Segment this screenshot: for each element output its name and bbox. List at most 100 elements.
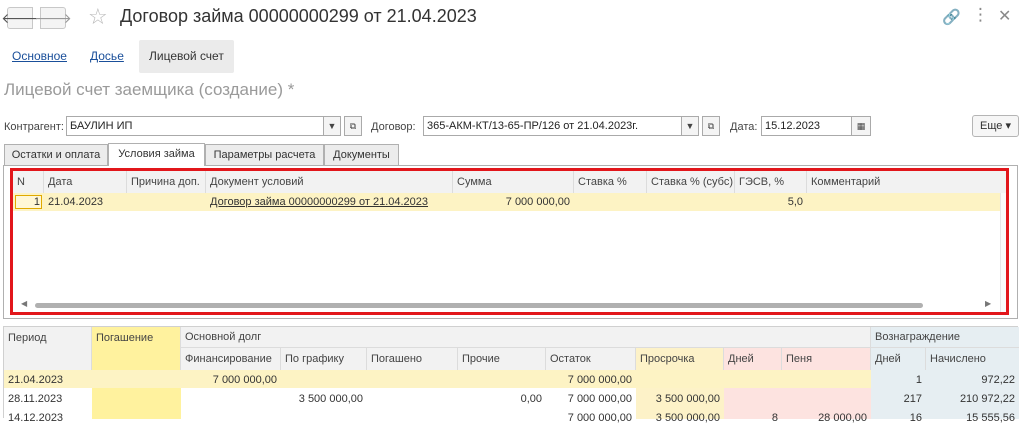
col-overdue[interactable]: Просрочка — [636, 348, 724, 370]
cell-financing[interactable] — [181, 390, 281, 408]
cell-reason[interactable] — [127, 193, 206, 211]
cell-scheduled[interactable] — [281, 409, 367, 427]
contract-field[interactable]: 365-АКМ-КТ/13-65-ПР/126 от 21.04.2023г. — [423, 116, 699, 136]
cell-balance[interactable]: 7 000 000,00 — [546, 371, 636, 389]
schedule-table: Период Погашение Основной долг Вознаграж… — [3, 326, 1019, 424]
cell-financing[interactable]: 7 000 000,00 — [181, 371, 281, 389]
tab-documents[interactable]: Документы — [324, 144, 399, 165]
contract-open-button[interactable]: ⧉ — [702, 116, 720, 136]
scroll-thumb[interactable] — [35, 303, 923, 308]
cell-document-link[interactable]: Договор займа 00000000299 от 21.04.2023 — [206, 193, 453, 211]
col-financing[interactable]: Финансирование — [181, 348, 281, 370]
col-penalty[interactable]: Пеня — [782, 348, 871, 370]
cell-balance[interactable]: 7 000 000,00 — [546, 390, 636, 408]
arrow-right-icon: 🡒 — [34, 9, 72, 26]
col-reward-group: Вознаграждение — [871, 327, 1019, 348]
col-days[interactable]: Дней — [724, 348, 782, 370]
col-date[interactable]: Дата — [44, 171, 127, 193]
cell-penalty[interactable] — [782, 371, 871, 389]
cell-overdue[interactable]: 3 500 000,00 — [636, 409, 724, 427]
col-reason[interactable]: Причина доп. — [127, 171, 206, 193]
cell-reward-days[interactable]: 16 — [871, 409, 926, 427]
col-accrued[interactable]: Начислено — [926, 348, 1019, 370]
cell-n[interactable]: 1 — [13, 193, 44, 211]
chevron-down-icon: ▼ — [685, 121, 695, 131]
cell-penalty[interactable] — [782, 390, 871, 408]
tab-main[interactable]: Основное — [12, 40, 67, 73]
col-document[interactable]: Документ условий — [206, 171, 453, 193]
more-button[interactable]: Еще ▾ — [972, 115, 1019, 137]
cell-reward-days[interactable]: 217 — [871, 390, 926, 408]
cell-rate-subs[interactable] — [647, 193, 735, 211]
tab-calc-params[interactable]: Параметры расчета — [205, 144, 324, 165]
forward-button[interactable]: 🡒 — [34, 7, 72, 29]
cell-gesv[interactable]: 5,0 — [735, 193, 807, 211]
open-icon: ⧉ — [707, 121, 715, 131]
title-bar: 🡐 🡒 ☆ Договор займа 00000000299 от 21.04… — [0, 0, 1024, 36]
cell-other[interactable] — [458, 371, 546, 389]
counterparty-field[interactable]: БАУЛИН ИП — [66, 116, 340, 136]
cell-period[interactable]: 28.11.2023 — [4, 390, 92, 408]
tab-balances[interactable]: Остатки и оплата — [4, 144, 108, 165]
calendar-button[interactable]: ▦ — [851, 116, 871, 136]
scroll-right-icon[interactable]: ▶ — [985, 299, 991, 308]
cell-overdue[interactable]: 3 500 000,00 — [636, 390, 724, 408]
favorite-star-icon[interactable]: ☆ — [88, 4, 108, 30]
link-icon[interactable]: 🔗 — [942, 8, 961, 26]
cell-days[interactable] — [724, 371, 782, 389]
tab-loan-terms[interactable]: Условия займа — [108, 143, 205, 166]
cell-scheduled[interactable]: 3 500 000,00 — [281, 390, 367, 408]
cell-other[interactable]: 0,00 — [458, 390, 546, 408]
more-menu-icon[interactable]: ⋮ — [972, 5, 989, 25]
cell-days[interactable] — [724, 390, 782, 408]
cell-period[interactable]: 14.12.2023 — [4, 409, 92, 427]
counterparty-open-button[interactable]: ⧉ — [344, 116, 362, 136]
close-icon[interactable]: ✕ — [998, 6, 1011, 26]
counterparty-dropdown-button[interactable]: ▼ — [323, 116, 341, 136]
cell-reward-days[interactable]: 1 — [871, 371, 926, 389]
contract-dropdown-button[interactable]: ▼ — [681, 116, 699, 136]
tab-account[interactable]: Лицевой счет — [139, 40, 234, 73]
col-n[interactable]: N — [13, 171, 44, 193]
back-button[interactable]: 🡐 — [1, 7, 39, 29]
cell-amount[interactable]: 7 000 000,00 — [453, 193, 574, 211]
tab-dossier[interactable]: Досье — [90, 40, 124, 73]
col-reward-days[interactable]: Дней — [871, 348, 926, 370]
cell-overdue[interactable] — [636, 371, 724, 389]
cell-financing[interactable] — [181, 409, 281, 427]
col-balance[interactable]: Остаток — [546, 348, 636, 370]
cell-repaid[interactable] — [367, 371, 458, 389]
open-icon: ⧉ — [349, 121, 357, 131]
cell-rate[interactable] — [574, 193, 647, 211]
col-comment[interactable]: Комментарий — [807, 171, 1006, 193]
col-gesv[interactable]: ГЭСВ, % — [735, 171, 807, 193]
cell-repaid[interactable] — [367, 409, 458, 427]
col-scheduled[interactable]: По графику — [281, 348, 367, 370]
scroll-left-icon[interactable]: ◀ — [21, 299, 27, 308]
vertical-scroll-track[interactable] — [1000, 193, 1006, 312]
arrow-left-icon: 🡐 — [1, 9, 39, 26]
calendar-icon: ▦ — [856, 121, 866, 131]
horizontal-scrollbar[interactable]: ◀ ▶ — [19, 299, 995, 310]
col-amount[interactable]: Сумма — [453, 171, 574, 193]
counterparty-label: Контрагент: — [4, 121, 64, 133]
cell-comment[interactable] — [807, 193, 1000, 211]
cell-accrued[interactable]: 210 972,22 — [926, 390, 1019, 408]
cell-accrued[interactable]: 972,22 — [926, 371, 1019, 389]
col-repaid[interactable]: Погашено — [367, 348, 458, 370]
cell-balance[interactable]: 7 000 000,00 — [546, 409, 636, 427]
cell-accrued[interactable]: 15 555,56 — [926, 409, 1019, 427]
col-repayment[interactable]: Погашение — [92, 327, 181, 370]
cell-scheduled[interactable] — [281, 371, 367, 389]
col-other[interactable]: Прочие — [458, 348, 546, 370]
conditions-table: N Дата Причина доп. Документ условий Сум… — [13, 171, 1006, 312]
cell-date[interactable]: 21.04.2023 — [44, 193, 127, 211]
cell-period[interactable]: 21.04.2023 — [4, 371, 92, 389]
col-rate[interactable]: Ставка % — [574, 171, 647, 193]
cell-other[interactable] — [458, 409, 546, 427]
cell-repaid[interactable] — [367, 390, 458, 408]
col-rate-subs[interactable]: Ставка % (субс) — [647, 171, 735, 193]
cell-days[interactable]: 8 — [724, 409, 782, 427]
col-period[interactable]: Период — [4, 327, 92, 370]
cell-penalty[interactable]: 28 000,00 — [782, 409, 871, 427]
